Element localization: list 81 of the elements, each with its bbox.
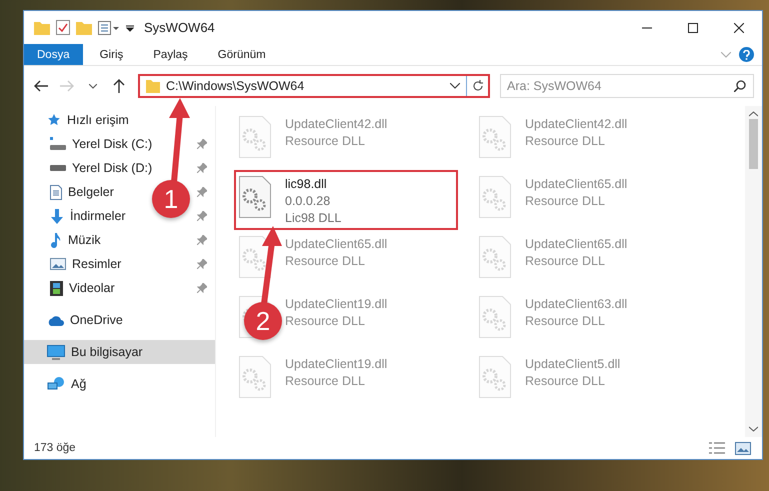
file-detail: Resource DLL [525,133,606,150]
picture-icon [735,442,751,454]
minimize-icon [642,26,652,28]
document-icon [50,184,62,200]
file-detail: Lic98 DLL [285,210,342,227]
dropdown-icon[interactable] [126,24,134,32]
pin-icon[interactable] [197,283,207,293]
file-detail: Resource DLL [285,253,366,270]
sidebar-item[interactable]: Belgeler [50,184,114,200]
close-icon [734,22,744,32]
folder-icon [146,79,160,93]
chevron-up-icon[interactable] [749,111,758,117]
search-field[interactable]: Ara: SysWOW64 [500,74,754,98]
ribbon-tab[interactable]: Giriş [86,44,136,65]
sidebar-item[interactable]: OneDrive [47,313,123,327]
chevron-down-icon[interactable] [749,426,758,432]
gear-file-icon [239,236,271,278]
pin-icon[interactable] [197,139,207,149]
pin-icon[interactable] [197,163,207,173]
item-count: 173 öğe [34,442,76,454]
ribbon-tab[interactable]: Paylaş [140,44,201,65]
ribbon-tab[interactable]: Görünüm [204,44,279,65]
gear-file-icon [479,116,511,158]
gear-file-icon [239,116,271,158]
sidebar-item[interactable]: Bu bilgisayar [47,344,143,360]
search-icon[interactable] [734,80,746,92]
file-detail: Resource DLL [285,313,366,330]
scroll-thumb[interactable] [749,119,758,169]
drive-icon [50,165,66,171]
maximize-icon [688,22,698,32]
gear-file-icon [479,296,511,338]
star-icon [47,113,61,127]
pin-icon[interactable] [197,259,207,269]
file-detail: Resource DLL [525,373,606,390]
selected-row[interactable]: Bu bilgisayar [24,340,215,364]
gear-file-icon [479,356,511,398]
refresh-icon [472,80,484,92]
address-bar[interactable]: C:\Windows\SysWOW64 [138,74,490,98]
network-icon [47,376,65,392]
properties-icon[interactable] [98,20,120,34]
list-icon [709,442,725,454]
sidebar-item[interactable]: Ağ [47,376,86,392]
file-detail: Resource DLL [285,133,366,150]
gear-file-icon [239,356,271,398]
picture-icon [50,258,66,270]
sidebar-item[interactable]: Videolar [50,280,115,296]
drive-icon [50,137,66,151]
arrow-left-icon [34,80,48,92]
gear-file-icon [479,236,511,278]
pin-icon[interactable] [197,211,207,221]
sidebar-item[interactable]: Hızlı erişim [47,113,129,127]
arrow-right-icon [60,80,74,92]
film-icon [50,280,63,296]
gear-file-icon [479,176,511,218]
help-icon[interactable] [739,47,754,62]
file-detail: Resource DLL [285,373,366,390]
pin-icon[interactable] [197,235,207,245]
computer-icon [47,344,65,360]
pin-icon[interactable] [197,187,207,197]
sidebar-item[interactable]: Yerel Disk (D:) [50,161,152,175]
sidebar-item[interactable]: Müzik [50,232,101,248]
file-detail: Resource DLL [525,253,606,270]
file-detail: Resource DLL [525,193,606,210]
music-note-icon [50,232,62,248]
ribbon-tab[interactable]: Dosya [24,44,83,65]
large-icons-view-button[interactable] [732,439,754,457]
cloud-icon [47,314,64,326]
sidebar-item[interactable]: Yerel Disk (C:) [50,137,152,151]
arrow-up-icon [113,79,125,93]
gear-file-icon [239,176,271,218]
chevron-down-icon [89,84,97,88]
file-detail: 0.0.0.28 [285,193,332,210]
window-title: SysWOW64 [144,20,215,35]
sidebar-item[interactable]: Resimler [50,257,122,271]
sidebar-item[interactable]: İndirmeler [50,208,126,224]
file-detail: Resource DLL [525,313,606,330]
download-arrow-icon [50,208,64,224]
chevron-down-icon[interactable] [450,83,460,89]
scrollbar[interactable] [745,106,762,437]
checklist-icon[interactable] [56,20,70,35]
file-name[interactable]: lic98.dll [285,176,342,193]
